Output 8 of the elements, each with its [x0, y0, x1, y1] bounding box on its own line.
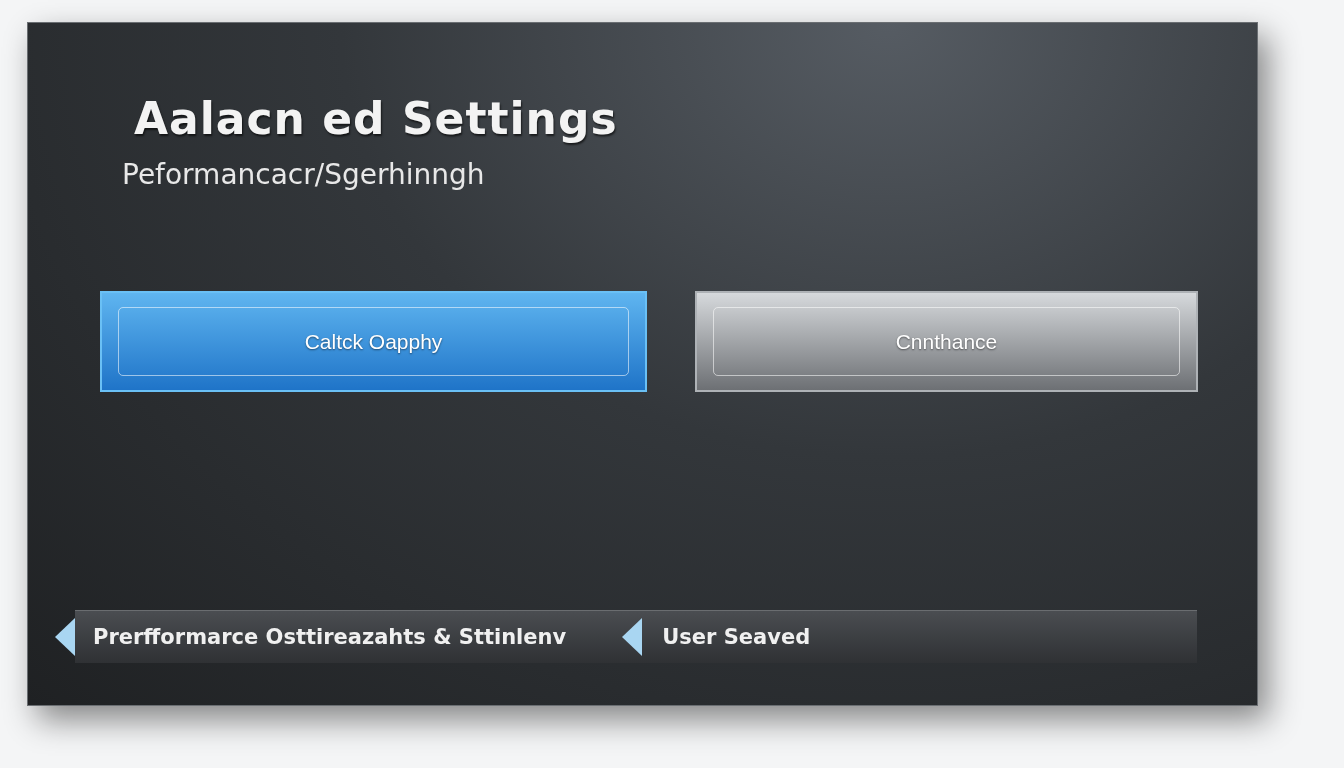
- panel-title: Aalacn ed Settings: [134, 93, 618, 144]
- status-text: User Seaved: [662, 625, 811, 649]
- triangle-icon: [622, 618, 643, 656]
- secondary-button[interactable]: Cnnthance: [695, 291, 1198, 392]
- primary-button[interactable]: Caltck Oapphy: [100, 291, 647, 392]
- triangle-icon: [55, 617, 75, 656]
- status-text: Prerfformarce Osttireazahts & Sttinlenv: [93, 625, 567, 649]
- panel-subtitle: Peformancacr/Sgerhinngh: [122, 158, 485, 191]
